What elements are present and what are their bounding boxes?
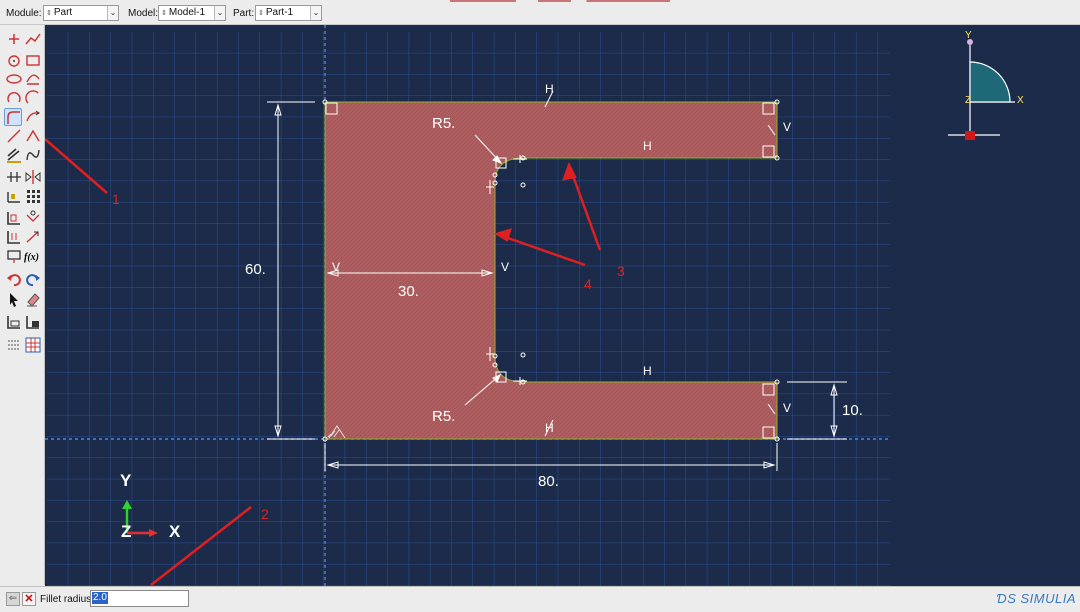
cancel-icon[interactable]: ✕	[22, 592, 36, 606]
create-spline-icon[interactable]	[24, 30, 42, 48]
part-select[interactable]: ⇕ Part-1 ⌄	[255, 5, 322, 21]
select-icon[interactable]	[5, 290, 23, 308]
arc-center-icon[interactable]	[5, 89, 23, 107]
undo-icon[interactable]	[5, 271, 23, 289]
brand-text: SIMULIA	[1020, 591, 1076, 606]
module-value: Part	[53, 7, 73, 18]
dim-80-label[interactable]: 80.	[538, 473, 559, 490]
annotation-1: 1	[112, 191, 120, 207]
annotation-4: 4	[584, 276, 592, 292]
dim-30-label[interactable]: 30.	[398, 283, 419, 300]
dim-10-label[interactable]: 10.	[842, 402, 863, 419]
model-label: Model:	[128, 8, 159, 19]
triad-z-label: Z	[965, 95, 972, 106]
redo-icon[interactable]	[24, 271, 42, 289]
spin-icon: ⇕	[258, 10, 264, 17]
module-label: Module:	[6, 8, 42, 19]
model-value: Model-1	[168, 7, 206, 18]
copy-icon[interactable]	[24, 209, 42, 227]
annotation-2: 2	[261, 506, 269, 522]
spin-icon: ⇕	[161, 10, 167, 17]
global-z-label: Z	[121, 522, 132, 541]
fillet-radius-value: 2.0	[92, 592, 108, 604]
dimension-icon[interactable]	[5, 187, 23, 205]
scale-icon[interactable]	[24, 228, 42, 246]
module-select[interactable]: ⇕ Part ⌄	[43, 5, 119, 21]
circle-icon[interactable]	[5, 51, 23, 69]
translate-icon[interactable]	[5, 209, 23, 227]
context-bar: Module: ⇕ Part ⌄ Model: ⇕ Model-1 ⌄ Part: …	[0, 0, 1080, 25]
sketch-viewport[interactable]: H H H H V V V V 60. 30. 80. 10. R5. R5. …	[45, 25, 1080, 586]
mirror-icon[interactable]	[24, 168, 42, 186]
function-label: f(x)	[24, 252, 39, 263]
grid-icon[interactable]	[24, 336, 42, 354]
chevron-down-icon[interactable]: ⌄	[214, 6, 225, 20]
model-select[interactable]: ⇕ Model-1 ⌄	[158, 5, 226, 21]
top-red-markup	[450, 0, 670, 2]
constraint-v-right-bottom: V	[783, 401, 792, 415]
arc-tangent-2-icon[interactable]	[24, 108, 42, 126]
annotation-3: 3	[617, 263, 625, 279]
triad-x-label: X	[1017, 95, 1024, 106]
rectangle-icon[interactable]	[24, 51, 42, 69]
constraint-v-inner: V	[501, 260, 510, 274]
grid-pattern-icon[interactable]	[24, 187, 42, 205]
ellipse-icon[interactable]	[5, 70, 23, 88]
chevron-down-icon[interactable]: ⌄	[310, 6, 321, 20]
save-sketch-icon[interactable]	[5, 313, 23, 331]
previous-arrow-icon[interactable]: ⇐	[6, 592, 20, 606]
sketch-options-icon[interactable]	[5, 336, 23, 354]
fillet-radius-label: Fillet radius:	[40, 594, 94, 605]
dim-60-label[interactable]: 60.	[245, 261, 266, 278]
abaqus-sketcher-window: Module: ⇕ Part ⌄ Model: ⇕ Model-1 ⌄ Part: …	[0, 0, 1080, 612]
triad-y-label: Y	[965, 30, 972, 41]
radius-top-label[interactable]: R5.	[432, 115, 455, 132]
offset-icon[interactable]	[5, 146, 23, 164]
retrieve-sketch-icon[interactable]	[24, 313, 42, 331]
chevron-down-icon[interactable]: ⌄	[107, 6, 118, 20]
constraint-h-top: H	[545, 82, 554, 96]
constraint-h-inner-bottom: H	[643, 364, 652, 378]
simulia-logo: ƊS SIMULIA	[997, 591, 1077, 606]
part-label: Part:	[233, 8, 255, 19]
fillet-icon[interactable]	[4, 108, 22, 126]
constraint-v-left: V	[332, 260, 341, 274]
global-x-label: X	[169, 522, 181, 541]
constraint-h-bottom: H	[545, 421, 554, 435]
spin-icon: ⇕	[46, 10, 52, 17]
arc-tangent-icon[interactable]	[24, 70, 42, 88]
sketcher-toolbox: f(x)	[0, 25, 45, 585]
parameter-icon[interactable]	[5, 247, 23, 265]
part-value: Part-1	[265, 7, 294, 18]
constraint-v-right-top: V	[783, 120, 792, 134]
spline-icon[interactable]	[24, 146, 42, 164]
arc-three-point-icon[interactable]	[24, 89, 42, 107]
global-y-label: Y	[120, 471, 132, 490]
constraint-h-inner-top: H	[643, 139, 652, 153]
create-point-icon[interactable]	[5, 30, 23, 48]
move-icon[interactable]	[5, 228, 23, 246]
line-icon[interactable]	[24, 127, 42, 145]
function-icon[interactable]: f(x)	[24, 247, 44, 265]
radius-bottom-label[interactable]: R5.	[432, 408, 455, 425]
prompt-area: ⇐ ✕ Fillet radius: 2.0 ƊS SIMULIA	[0, 586, 1080, 612]
erase-icon[interactable]	[24, 290, 42, 308]
constraint-icon[interactable]	[5, 168, 23, 186]
view-triad	[948, 39, 1015, 140]
construction-line-icon[interactable]	[5, 127, 23, 145]
ds-logo-icon: ƊS	[996, 591, 1021, 606]
